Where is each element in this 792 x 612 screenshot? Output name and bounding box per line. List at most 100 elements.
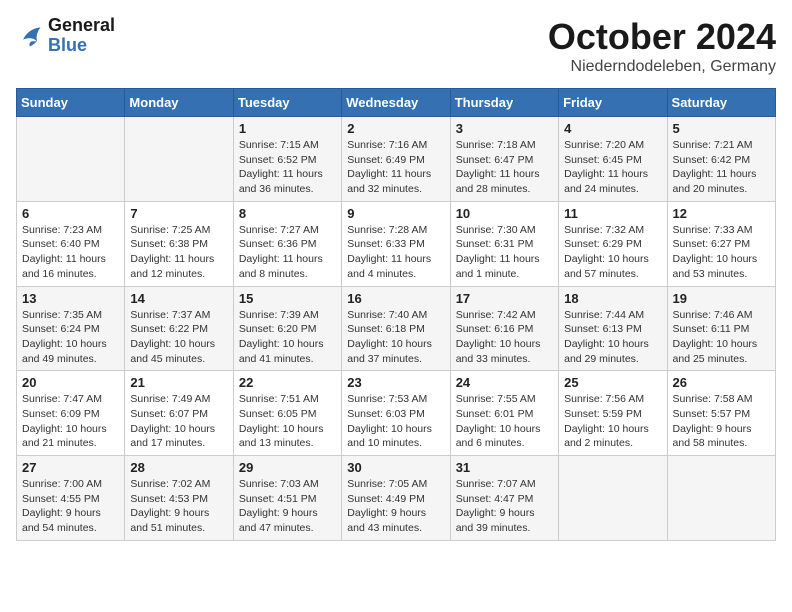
- day-detail: Sunrise: 7:46 AM Sunset: 6:11 PM Dayligh…: [673, 308, 770, 367]
- day-detail: Sunrise: 7:49 AM Sunset: 6:07 PM Dayligh…: [130, 392, 227, 451]
- day-number: 14: [130, 291, 227, 306]
- calendar-cell: 18 Sunrise: 7:44 AM Sunset: 6:13 PM Dayli…: [559, 286, 667, 371]
- day-detail: Sunrise: 7:35 AM Sunset: 6:24 PM Dayligh…: [22, 308, 119, 367]
- day-number: 6: [22, 206, 119, 221]
- day-detail: Sunrise: 7:51 AM Sunset: 6:05 PM Dayligh…: [239, 392, 336, 451]
- calendar-cell: 29 Sunrise: 7:03 AM Sunset: 4:51 PM Dayli…: [233, 456, 341, 541]
- day-number: 25: [564, 375, 661, 390]
- day-detail: Sunrise: 7:07 AM Sunset: 4:47 PM Dayligh…: [456, 477, 553, 536]
- day-detail: Sunrise: 7:47 AM Sunset: 6:09 PM Dayligh…: [22, 392, 119, 451]
- calendar-header-thursday: Thursday: [450, 89, 558, 117]
- calendar-week-row: 1 Sunrise: 7:15 AM Sunset: 6:52 PM Daylig…: [17, 117, 776, 202]
- day-number: 29: [239, 460, 336, 475]
- calendar-cell: 30 Sunrise: 7:05 AM Sunset: 4:49 PM Dayli…: [342, 456, 450, 541]
- calendar-table: SundayMondayTuesdayWednesdayThursdayFrid…: [16, 88, 776, 541]
- calendar-cell: 22Sunrise: 7:51 AM Sunset: 6:05 PM Dayli…: [233, 371, 341, 456]
- calendar-cell: 31 Sunrise: 7:07 AM Sunset: 4:47 PM Dayli…: [450, 456, 558, 541]
- calendar-cell: 8Sunrise: 7:27 AM Sunset: 6:36 PM Daylig…: [233, 201, 341, 286]
- day-detail: Sunrise: 7:16 AM Sunset: 6:49 PM Dayligh…: [347, 138, 444, 197]
- day-detail: Sunrise: 7:00 AM Sunset: 4:55 PM Dayligh…: [22, 477, 119, 536]
- calendar-cell: [125, 117, 233, 202]
- day-number: 4: [564, 121, 661, 136]
- calendar-cell: 4 Sunrise: 7:20 AM Sunset: 6:45 PM Daylig…: [559, 117, 667, 202]
- day-detail: Sunrise: 7:55 AM Sunset: 6:01 PM Dayligh…: [456, 392, 553, 451]
- day-number: 12: [673, 206, 770, 221]
- day-detail: Sunrise: 7:05 AM Sunset: 4:49 PM Dayligh…: [347, 477, 444, 536]
- day-number: 21: [130, 375, 227, 390]
- day-detail: Sunrise: 7:25 AM Sunset: 6:38 PM Dayligh…: [130, 223, 227, 282]
- day-number: 28: [130, 460, 227, 475]
- calendar-cell: 10 Sunrise: 7:30 AM Sunset: 6:31 PM Dayli…: [450, 201, 558, 286]
- day-detail: Sunrise: 7:20 AM Sunset: 6:45 PM Dayligh…: [564, 138, 661, 197]
- day-number: 8: [239, 206, 336, 221]
- month-title: October 2024: [548, 16, 776, 58]
- calendar-week-row: 13Sunrise: 7:35 AM Sunset: 6:24 PM Dayli…: [17, 286, 776, 371]
- day-detail: Sunrise: 7:42 AM Sunset: 6:16 PM Dayligh…: [456, 308, 553, 367]
- day-number: 31: [456, 460, 553, 475]
- calendar-cell: 27 Sunrise: 7:00 AM Sunset: 4:55 PM Dayli…: [17, 456, 125, 541]
- calendar-cell: 25 Sunrise: 7:56 AM Sunset: 5:59 PM Dayli…: [559, 371, 667, 456]
- day-number: 26: [673, 375, 770, 390]
- calendar-week-row: 6 Sunrise: 7:23 AM Sunset: 6:40 PM Daylig…: [17, 201, 776, 286]
- day-number: 9: [347, 206, 444, 221]
- day-detail: Sunrise: 7:33 AM Sunset: 6:27 PM Dayligh…: [673, 223, 770, 282]
- calendar-cell: 20 Sunrise: 7:47 AM Sunset: 6:09 PM Dayli…: [17, 371, 125, 456]
- calendar-header-sunday: Sunday: [17, 89, 125, 117]
- day-detail: Sunrise: 7:58 AM Sunset: 5:57 PM Dayligh…: [673, 392, 770, 451]
- day-number: 1: [239, 121, 336, 136]
- day-detail: Sunrise: 7:23 AM Sunset: 6:40 PM Dayligh…: [22, 223, 119, 282]
- calendar-cell: 1 Sunrise: 7:15 AM Sunset: 6:52 PM Daylig…: [233, 117, 341, 202]
- day-detail: Sunrise: 7:44 AM Sunset: 6:13 PM Dayligh…: [564, 308, 661, 367]
- calendar-cell: 17 Sunrise: 7:42 AM Sunset: 6:16 PM Dayli…: [450, 286, 558, 371]
- day-detail: Sunrise: 7:56 AM Sunset: 5:59 PM Dayligh…: [564, 392, 661, 451]
- calendar-header-friday: Friday: [559, 89, 667, 117]
- day-number: 7: [130, 206, 227, 221]
- calendar-cell: 15 Sunrise: 7:39 AM Sunset: 6:20 PM Dayli…: [233, 286, 341, 371]
- calendar-cell: 21 Sunrise: 7:49 AM Sunset: 6:07 PM Dayli…: [125, 371, 233, 456]
- calendar-cell: 2 Sunrise: 7:16 AM Sunset: 6:49 PM Daylig…: [342, 117, 450, 202]
- calendar-cell: [667, 456, 775, 541]
- calendar-cell: [17, 117, 125, 202]
- day-number: 20: [22, 375, 119, 390]
- calendar-week-row: 27 Sunrise: 7:00 AM Sunset: 4:55 PM Dayli…: [17, 456, 776, 541]
- day-number: 19: [673, 291, 770, 306]
- day-number: 2: [347, 121, 444, 136]
- day-number: 18: [564, 291, 661, 306]
- calendar-cell: 12 Sunrise: 7:33 AM Sunset: 6:27 PM Dayli…: [667, 201, 775, 286]
- calendar-header-tuesday: Tuesday: [233, 89, 341, 117]
- calendar-cell: [559, 456, 667, 541]
- calendar-cell: 7 Sunrise: 7:25 AM Sunset: 6:38 PM Daylig…: [125, 201, 233, 286]
- calendar-cell: 23Sunrise: 7:53 AM Sunset: 6:03 PM Dayli…: [342, 371, 450, 456]
- day-number: 17: [456, 291, 553, 306]
- day-number: 30: [347, 460, 444, 475]
- calendar-header-row: SundayMondayTuesdayWednesdayThursdayFrid…: [17, 89, 776, 117]
- day-number: 27: [22, 460, 119, 475]
- day-detail: Sunrise: 7:03 AM Sunset: 4:51 PM Dayligh…: [239, 477, 336, 536]
- day-number: 15: [239, 291, 336, 306]
- calendar-cell: 26 Sunrise: 7:58 AM Sunset: 5:57 PM Dayli…: [667, 371, 775, 456]
- day-detail: Sunrise: 7:18 AM Sunset: 6:47 PM Dayligh…: [456, 138, 553, 197]
- calendar-cell: 14Sunrise: 7:37 AM Sunset: 6:22 PM Dayli…: [125, 286, 233, 371]
- day-detail: Sunrise: 7:15 AM Sunset: 6:52 PM Dayligh…: [239, 138, 336, 197]
- calendar-cell: 19 Sunrise: 7:46 AM Sunset: 6:11 PM Dayli…: [667, 286, 775, 371]
- day-detail: Sunrise: 7:39 AM Sunset: 6:20 PM Dayligh…: [239, 308, 336, 367]
- day-detail: Sunrise: 7:02 AM Sunset: 4:53 PM Dayligh…: [130, 477, 227, 536]
- calendar-header-monday: Monday: [125, 89, 233, 117]
- calendar-cell: 6 Sunrise: 7:23 AM Sunset: 6:40 PM Daylig…: [17, 201, 125, 286]
- day-detail: Sunrise: 7:28 AM Sunset: 6:33 PM Dayligh…: [347, 223, 444, 282]
- logo-text: General Blue: [48, 16, 115, 56]
- day-number: 24: [456, 375, 553, 390]
- day-number: 10: [456, 206, 553, 221]
- calendar-cell: 5 Sunrise: 7:21 AM Sunset: 6:42 PM Daylig…: [667, 117, 775, 202]
- day-detail: Sunrise: 7:40 AM Sunset: 6:18 PM Dayligh…: [347, 308, 444, 367]
- calendar-cell: 24 Sunrise: 7:55 AM Sunset: 6:01 PM Dayli…: [450, 371, 558, 456]
- day-detail: Sunrise: 7:53 AM Sunset: 6:03 PM Dayligh…: [347, 392, 444, 451]
- calendar-cell: 28 Sunrise: 7:02 AM Sunset: 4:53 PM Dayli…: [125, 456, 233, 541]
- title-area: October 2024 Niederndodeleben, Germany: [548, 16, 776, 76]
- logo: General Blue: [16, 16, 115, 56]
- day-detail: Sunrise: 7:21 AM Sunset: 6:42 PM Dayligh…: [673, 138, 770, 197]
- day-detail: Sunrise: 7:30 AM Sunset: 6:31 PM Dayligh…: [456, 223, 553, 282]
- calendar-cell: 3Sunrise: 7:18 AM Sunset: 6:47 PM Daylig…: [450, 117, 558, 202]
- day-number: 5: [673, 121, 770, 136]
- day-detail: Sunrise: 7:32 AM Sunset: 6:29 PM Dayligh…: [564, 223, 661, 282]
